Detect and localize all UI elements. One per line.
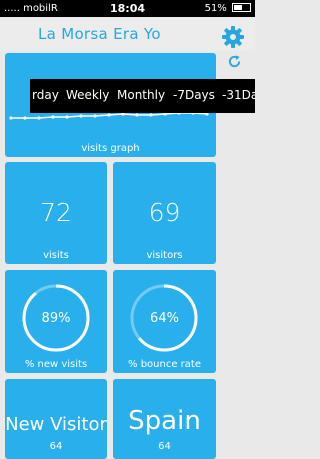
battery-percent: 51% bbox=[204, 3, 227, 14]
new-visits-label: % new visits bbox=[24, 359, 88, 370]
visitor-type-value: New Visitor bbox=[5, 414, 107, 435]
visitors-tile[interactable]: 69 visitors bbox=[113, 162, 216, 264]
country-tile[interactable]: Spain 64 bbox=[113, 379, 216, 459]
visits-tile[interactable]: 72 visits bbox=[5, 162, 107, 264]
period-selector[interactable]: rday Weekly Monthly -7Days -31Da bbox=[30, 79, 255, 113]
visitor-type-tile[interactable]: New Visitor 64 bbox=[5, 379, 107, 459]
period-option-weekly[interactable]: Weekly bbox=[66, 88, 109, 102]
visitors-label: visitors bbox=[146, 250, 183, 261]
app-header: La Morsa Era Yo bbox=[0, 17, 255, 51]
status-bar: ..... mobilR 18:04 51% bbox=[0, 0, 255, 17]
bounce-rate-label: % bounce rate bbox=[128, 359, 201, 370]
period-option-monthly[interactable]: Monthly bbox=[117, 88, 165, 102]
visitor-type-count: 64 bbox=[49, 441, 63, 452]
country-value: Spain bbox=[128, 406, 201, 436]
period-option-31days[interactable]: -31Da bbox=[222, 88, 255, 102]
visits-graph-label: visits graph bbox=[81, 143, 140, 154]
visits-label: visits bbox=[43, 250, 69, 261]
visits-value: 72 bbox=[40, 198, 72, 227]
refresh-icon[interactable] bbox=[227, 54, 242, 69]
period-option-daily[interactable]: rday bbox=[32, 88, 59, 102]
new-visits-tile[interactable]: 89% % new visits bbox=[5, 270, 107, 373]
app-title: La Morsa Era Yo bbox=[38, 25, 161, 43]
country-count: 64 bbox=[158, 441, 171, 452]
new-visits-value: 89% bbox=[41, 311, 71, 326]
battery-icon bbox=[232, 3, 251, 12]
battery-indicator: 51% bbox=[205, 3, 251, 14]
period-option-7days[interactable]: -7Days bbox=[173, 88, 215, 102]
visitors-value: 69 bbox=[148, 198, 181, 227]
gear-icon[interactable] bbox=[221, 25, 245, 49]
bounce-rate-tile[interactable]: 64% % bounce rate bbox=[113, 270, 216, 373]
bounce-rate-value: 64% bbox=[150, 311, 179, 326]
